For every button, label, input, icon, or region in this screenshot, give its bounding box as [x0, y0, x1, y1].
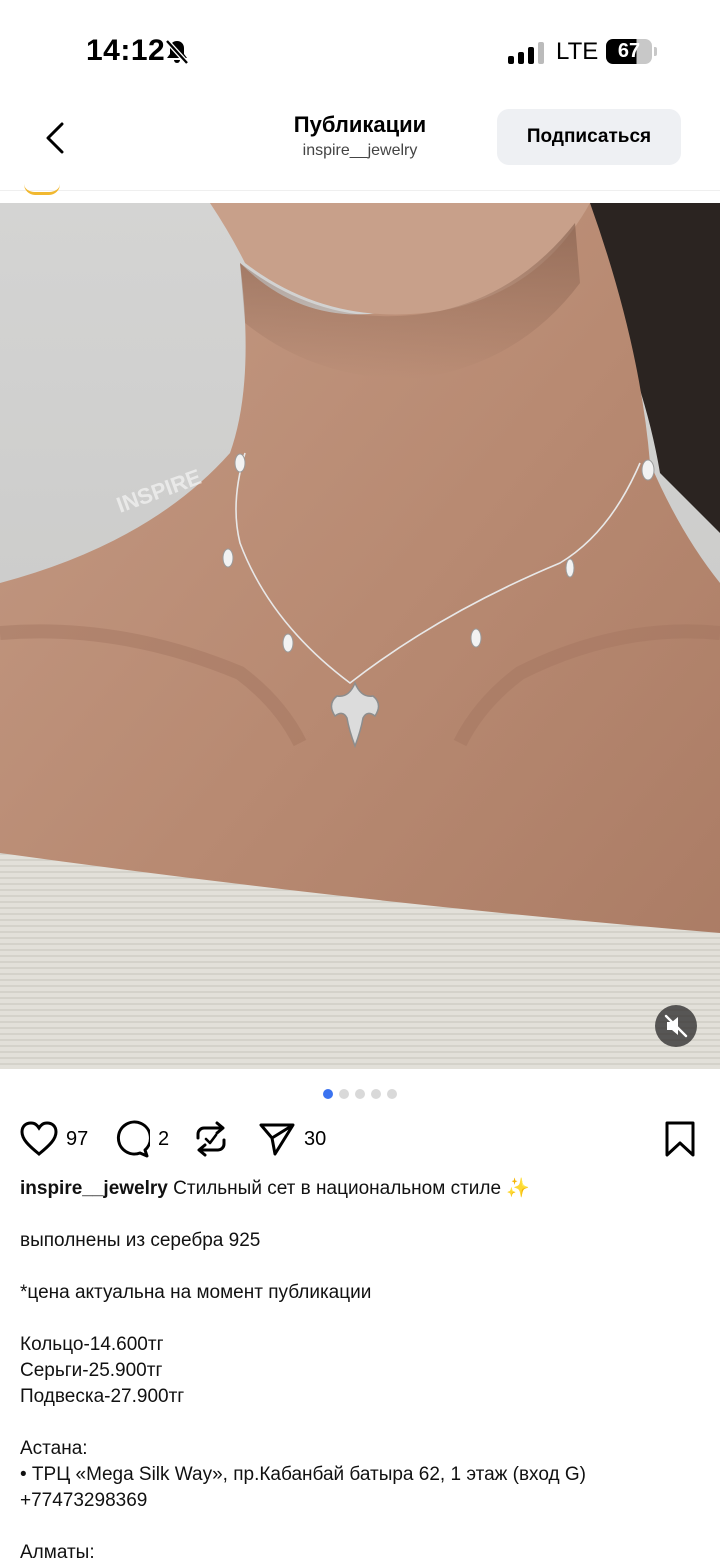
caption-line — [20, 1202, 700, 1228]
caption-line: Подвеска-27.900тг — [20, 1386, 185, 1407]
bell-muted-icon — [164, 38, 190, 71]
carousel-dot — [323, 1089, 333, 1099]
caption-line — [20, 1514, 700, 1540]
caption-line — [20, 1410, 700, 1436]
repost-icon — [196, 1121, 226, 1157]
mute-button[interactable] — [655, 1005, 697, 1047]
caption-line: выполнены из серебра 925 — [20, 1230, 261, 1251]
status-time: 14:12 — [86, 34, 166, 67]
caption-line: *цена актуальна на момент публикации — [20, 1282, 372, 1303]
comment-action[interactable]: 2 — [112, 1118, 169, 1160]
comment-icon — [116, 1120, 150, 1158]
status-bar: 14:12 LTE 67 — [0, 0, 720, 100]
carousel-dot — [355, 1089, 365, 1099]
caption-first-line: inspire__jewelry Стильный сет в национал… — [20, 1176, 700, 1202]
avatar — [24, 184, 60, 195]
share-action[interactable]: 30 — [258, 1118, 326, 1160]
post-photo[interactable]: INSPIRE — [0, 203, 720, 1069]
caption-line: Серьги-25.900тг — [20, 1360, 163, 1381]
signal-icon — [508, 40, 544, 64]
shares-count: 30 — [304, 1127, 327, 1150]
caption-text: Стильный сет в национальном стиле ✨ — [173, 1178, 530, 1199]
save-action[interactable] — [664, 1118, 696, 1160]
speaker-muted-icon — [664, 1014, 688, 1038]
carousel-dot — [339, 1089, 349, 1099]
battery-level: 67 — [617, 40, 641, 62]
carousel-dot — [387, 1089, 397, 1099]
caption-lines: выполнены из серебра 925 *цена актуальна … — [20, 1202, 700, 1566]
nav-header: Публикации inspire__jewelry Подписаться — [0, 100, 720, 191]
caption-line — [20, 1306, 700, 1332]
necklace-photo: INSPIRE — [0, 203, 720, 1069]
send-icon — [259, 1123, 295, 1156]
caption-line: +77473298369 — [20, 1490, 148, 1511]
battery-icon: 67 — [606, 39, 652, 64]
battery-tip — [654, 47, 657, 56]
network-type: LTE — [556, 38, 599, 65]
likes-count: 97 — [66, 1127, 89, 1150]
caption-line — [20, 1254, 700, 1280]
heart-icon — [20, 1121, 58, 1156]
carousel-dots — [0, 1089, 720, 1099]
caption-line: Астана: — [20, 1438, 88, 1459]
caption-line: Кольцо-14.600тг — [20, 1334, 164, 1355]
carousel-dot — [371, 1089, 381, 1099]
caption-line: • ТРЦ «Mega Silk Way», пр.Кабанбай батыр… — [20, 1464, 586, 1485]
post-caption: inspire__jewelry Стильный сет в национал… — [20, 1176, 700, 1566]
caption-line: Алматы: — [20, 1542, 95, 1563]
comments-count: 2 — [158, 1127, 170, 1150]
like-action[interactable]: 97 — [20, 1118, 88, 1160]
follow-button[interactable]: Подписаться — [497, 109, 681, 165]
bookmark-icon — [665, 1121, 695, 1157]
post-actions: 97 2 30 — [0, 1118, 720, 1160]
caption-username[interactable]: inspire__jewelry — [20, 1178, 168, 1199]
repost-action[interactable] — [194, 1118, 228, 1160]
